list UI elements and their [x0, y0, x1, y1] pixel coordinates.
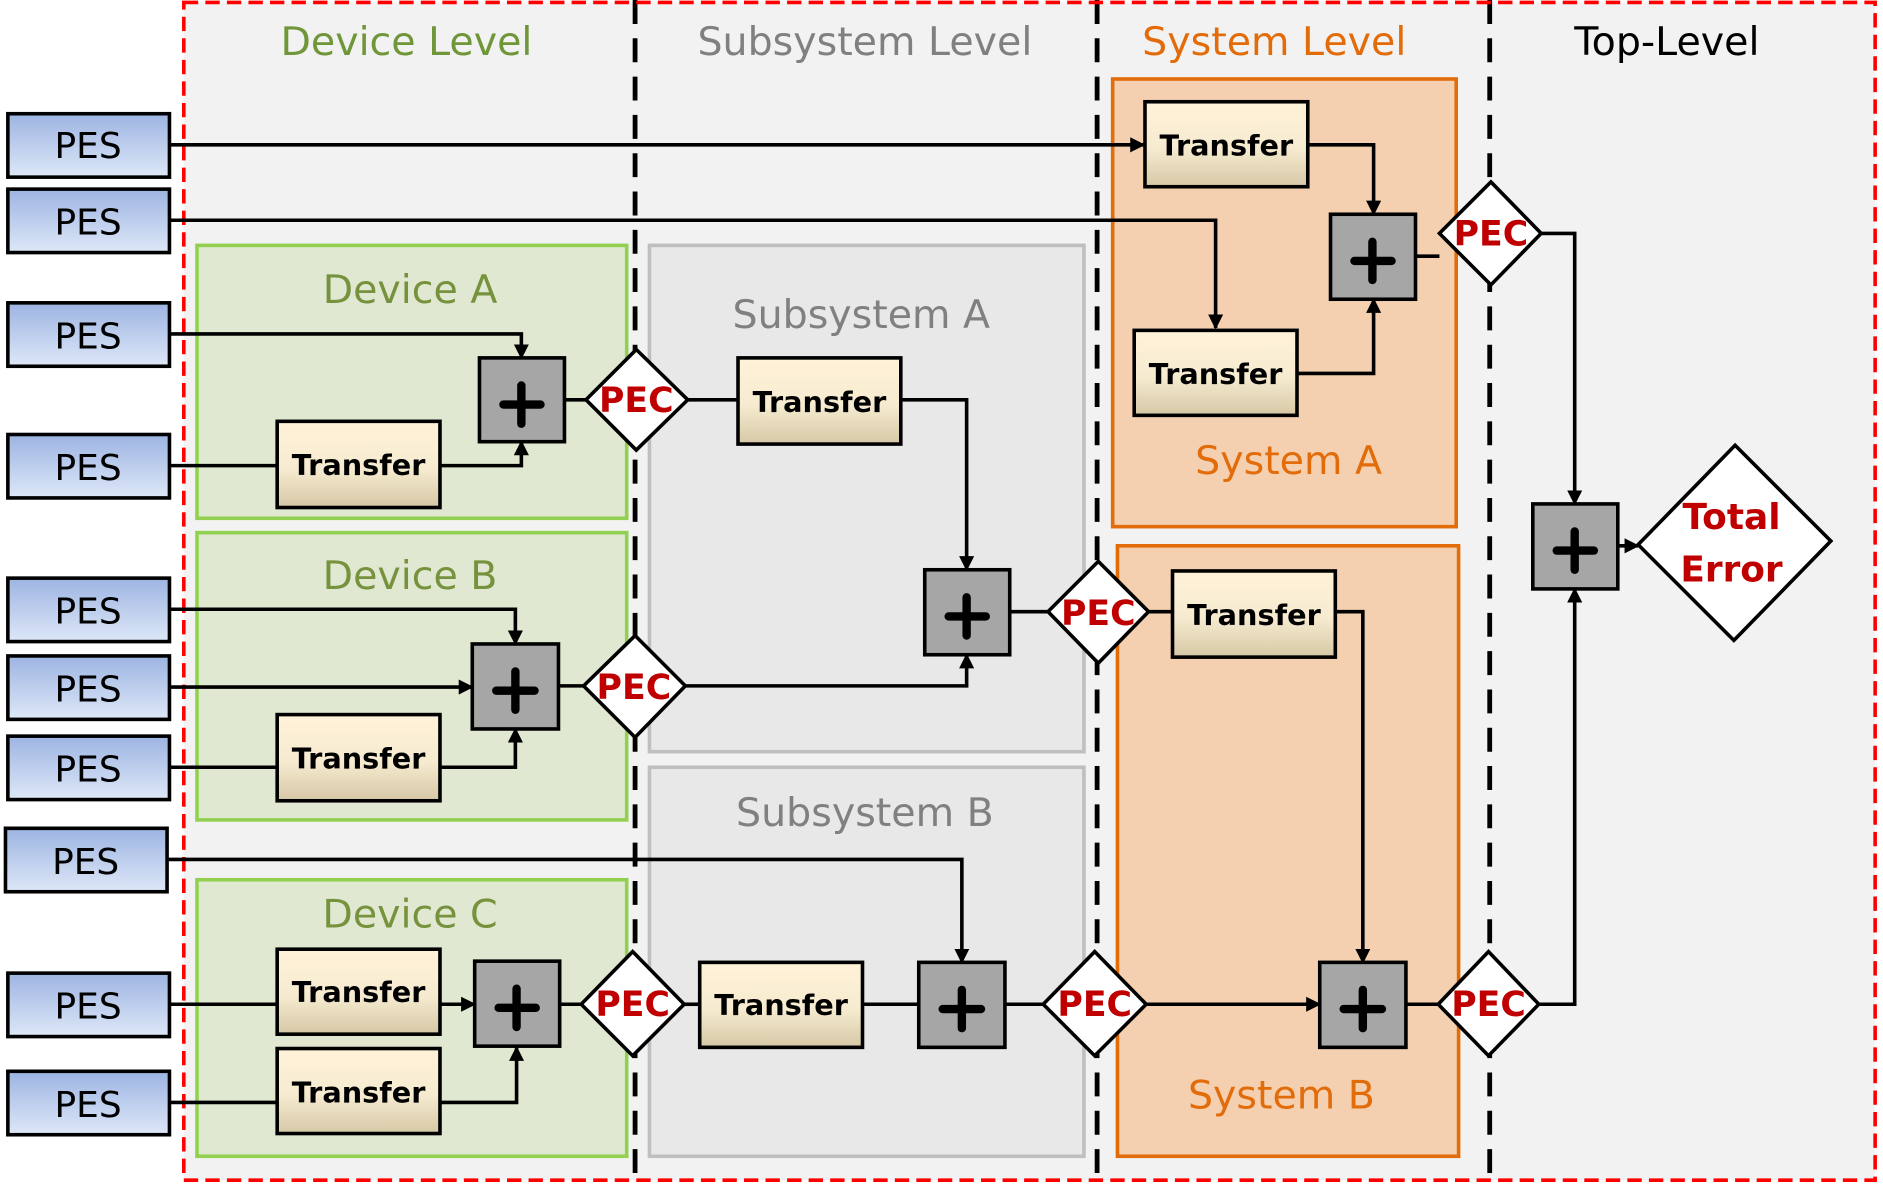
svg-text:PES: PES — [55, 448, 122, 489]
svg-text:PES: PES — [55, 592, 122, 633]
svg-text:PES: PES — [55, 316, 122, 357]
pes-block: PES — [6, 1069, 172, 1137]
pes-block: PES — [6, 654, 172, 722]
sum-block — [922, 567, 1012, 657]
device-b-title: Device B — [323, 553, 498, 599]
svg-text:PEC: PEC — [1057, 985, 1132, 1025]
sum-block — [472, 959, 562, 1048]
device-a-title: Device A — [323, 267, 498, 313]
total-error-label: Total — [1682, 497, 1780, 538]
transfer-block: Transfer — [1170, 569, 1338, 659]
svg-text:Transfer: Transfer — [1187, 598, 1321, 632]
svg-text:Transfer: Transfer — [292, 1075, 426, 1109]
pes-block: PES — [6, 187, 172, 255]
svg-text:PEC: PEC — [597, 668, 672, 708]
sum-block — [1328, 212, 1418, 302]
svg-text:PES: PES — [55, 126, 122, 167]
level-title-system: System Level — [1142, 19, 1406, 65]
svg-text:PES: PES — [55, 987, 122, 1028]
transfer-block: Transfer — [1143, 99, 1310, 189]
error-propagation-diagram: Device A Device B Device C Subsystem A S… — [3, 0, 1877, 1185]
subsystem-a-title: Subsystem A — [733, 292, 991, 338]
level-title-top: Top-Level — [1573, 19, 1759, 65]
sum-block — [477, 356, 567, 444]
pes-block: PES — [3, 826, 169, 894]
svg-text:Transfer: Transfer — [292, 741, 426, 775]
system-a-title: System A — [1195, 438, 1382, 484]
svg-text:PEC: PEC — [1061, 594, 1136, 634]
svg-text:Transfer: Transfer — [1149, 357, 1283, 391]
svg-text:PES: PES — [55, 750, 122, 791]
pes-block: PES — [6, 111, 172, 179]
device-c-title: Device C — [322, 892, 497, 938]
svg-text:PEC: PEC — [595, 985, 670, 1025]
transfer-block: Transfer — [697, 960, 865, 1050]
sum-block — [470, 642, 561, 731]
transfer-block: Transfer — [275, 1046, 442, 1136]
svg-text:PEC: PEC — [599, 381, 674, 421]
svg-text:PES: PES — [52, 842, 119, 883]
transfer-block: Transfer — [275, 419, 442, 510]
transfer-block: Transfer — [1132, 328, 1299, 418]
svg-text:PEC: PEC — [1451, 985, 1526, 1025]
sum-block — [916, 960, 1007, 1050]
transfer-block: Transfer — [275, 712, 442, 803]
svg-text:PEC: PEC — [1454, 214, 1529, 254]
svg-text:PES: PES — [55, 669, 122, 710]
level-title-device: Device Level — [280, 19, 532, 65]
svg-text:PES: PES — [55, 203, 122, 244]
system-b-title: System B — [1188, 1072, 1375, 1118]
pes-block: PES — [6, 971, 172, 1039]
subsystem-b-title: Subsystem B — [736, 790, 994, 836]
total-error-label: Error — [1680, 550, 1783, 591]
svg-text:Transfer: Transfer — [292, 448, 426, 482]
svg-text:Transfer: Transfer — [714, 988, 848, 1022]
svg-text:Transfer: Transfer — [1160, 129, 1294, 163]
transfer-block: Transfer — [275, 947, 442, 1036]
svg-text:PES: PES — [55, 1085, 122, 1126]
transfer-block: Transfer — [736, 356, 903, 446]
svg-text:Transfer: Transfer — [292, 975, 426, 1009]
pes-block: PES — [6, 734, 172, 802]
sum-block — [1317, 960, 1408, 1050]
pes-block: PES — [6, 301, 172, 369]
subsystem-a-group: Subsystem A — [647, 243, 1086, 754]
sum-block — [1531, 502, 1620, 591]
svg-text:Transfer: Transfer — [753, 385, 887, 419]
level-title-subsystem: Subsystem Level — [697, 19, 1032, 65]
pes-block: PES — [6, 576, 172, 644]
pes-block: PES — [6, 432, 172, 500]
